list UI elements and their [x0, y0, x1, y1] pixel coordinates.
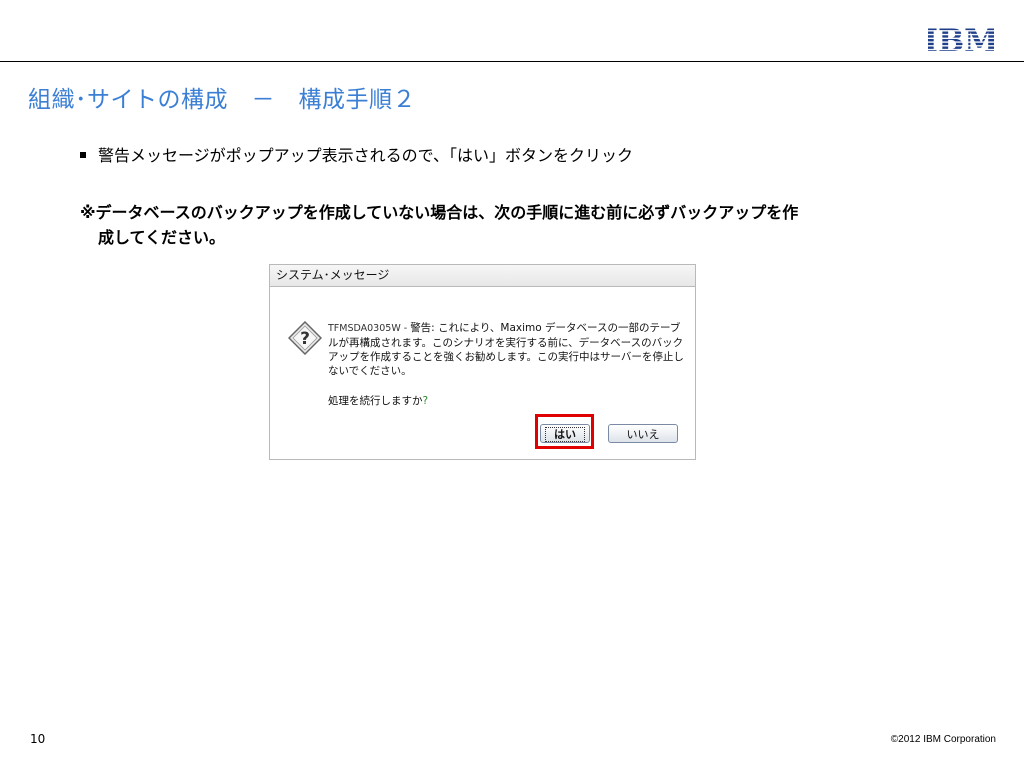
- bullet-item: 警告メッセージがポップアップ表示されるので、「はい」ボタンをクリック: [80, 142, 633, 166]
- message-code: TFMSDA0305W -: [328, 323, 411, 334]
- bullet-text: 警告メッセージがポップアップ表示されるので、「はい」ボタンをクリック: [98, 146, 634, 165]
- backup-note: ※データベースのバックアップを作成していない場合は、次の手順に進む前に必ずバック…: [80, 200, 985, 250]
- svg-text:IBM: IBM: [928, 24, 994, 54]
- question-text: 処理を続行しますか: [328, 395, 423, 407]
- no-button[interactable]: いいえ: [608, 424, 678, 443]
- yes-button-highlight: [535, 414, 594, 449]
- note-line-2: 成してください。: [98, 228, 226, 247]
- note-line-1: ※データベースのバックアップを作成していない場合は、次の手順に進む前に必ずバック…: [80, 203, 799, 222]
- dialog-title: システム･メッセージ: [270, 265, 695, 287]
- copyright: ©2012 IBM Corporation: [890, 734, 996, 745]
- bullet-marker-icon: [80, 151, 86, 158]
- header-divider: [0, 61, 1024, 62]
- dialog-question: 処理を続行しますか?: [328, 393, 428, 408]
- slide-title: 組織･サイトの構成 － 構成手順２: [28, 87, 416, 113]
- warning-question-icon: ?: [288, 321, 322, 355]
- dialog-message: TFMSDA0305W - 警告: これにより、Maximo データベースの一部…: [328, 321, 688, 378]
- page-number: 10: [30, 732, 46, 746]
- question-mark: ?: [422, 395, 429, 407]
- ibm-logo: IBM: [928, 24, 994, 54]
- svg-text:?: ?: [300, 329, 310, 349]
- system-message-dialog: システム･メッセージ ? TFMSDA0305W - 警告: これにより、Max…: [269, 264, 696, 460]
